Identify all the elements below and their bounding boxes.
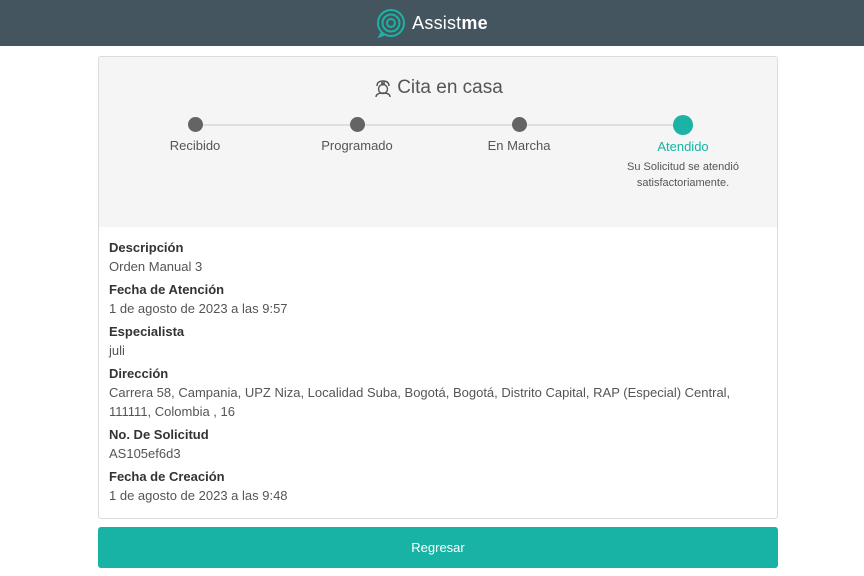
field-label: Fecha de Creación [109, 469, 225, 484]
request-card: Cita en casa Recibido Programado En Marc… [98, 56, 778, 519]
field-no-solicitud: No. De Solicitud AS105ef6d3 [109, 425, 769, 463]
card-header: Cita en casa Recibido Programado En Marc… [99, 57, 777, 227]
step-dot [349, 117, 365, 132]
field-descripcion: Descripción Orden Manual 3 [109, 238, 769, 276]
top-bar: Assistme [0, 0, 864, 46]
status-stepper: Recibido Programado En Marcha Atendido S… [99, 57, 777, 227]
step-description: Su Solicitud se atendió satisfactoriamen… [627, 161, 739, 189]
brand-name: Assistme [412, 13, 488, 34]
brand-name-bold: me [461, 12, 488, 33]
field-direccion: Dirección Carrera 58, Campania, UPZ Niza… [109, 364, 769, 421]
field-value: Orden Manual 3 [109, 259, 203, 274]
step-label: Programado [321, 138, 393, 153]
field-value: Carrera 58, Campania, UPZ Niza, Localida… [109, 385, 731, 419]
field-value: 1 de agosto de 2023 a las 9:57 [109, 301, 288, 316]
field-label: Especialista [109, 324, 185, 339]
field-value: 1 de agosto de 2023 a las 9:48 [109, 488, 288, 503]
field-especialista: Especialista juli [109, 322, 769, 360]
assistme-logo-icon [377, 9, 406, 38]
field-label: Descripción [109, 240, 184, 255]
step-programado: Programado [287, 115, 427, 153]
field-label: No. De Solicitud [109, 427, 209, 442]
step-label: Recibido [169, 138, 221, 153]
request-details: Descripción Orden Manual 3 Fecha de Aten… [109, 238, 769, 509]
stepper-track [203, 124, 683, 126]
field-fecha-creacion: Fecha de Creación 1 de agosto de 2023 a … [109, 467, 769, 505]
step-recibido: Recibido [125, 115, 265, 153]
field-label: Dirección [109, 366, 169, 381]
step-atendido: Atendido Su Solicitud se atendió satisfa… [613, 115, 753, 191]
step-label: Atendido [657, 139, 709, 154]
step-label: En Marcha [487, 138, 551, 153]
step-en-marcha: En Marcha [449, 115, 589, 153]
step-dot-active [673, 115, 693, 135]
regresar-button[interactable]: Regresar [98, 527, 778, 568]
field-fecha-atencion: Fecha de Atención 1 de agosto de 2023 a … [109, 280, 769, 318]
step-dot [187, 117, 203, 132]
field-value: juli [109, 343, 125, 358]
brand-logo-link[interactable]: Assistme [376, 8, 488, 38]
field-value: AS105ef6d3 [109, 446, 181, 461]
brand-name-light: Assist [412, 12, 462, 33]
field-label: Fecha de Atención [109, 282, 225, 297]
step-dot [511, 117, 527, 132]
